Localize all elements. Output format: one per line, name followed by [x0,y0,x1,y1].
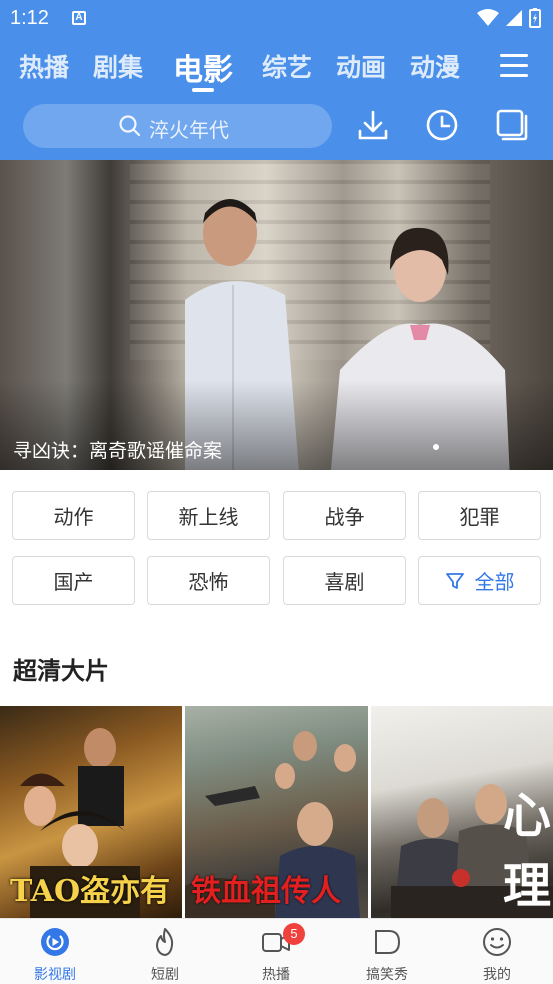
top-header: 1:12 A 热播 剧集 电影 综艺 动画 动漫 淬火年代 [0,0,553,160]
genre-all-button[interactable]: 全部 [418,556,541,605]
poster-movie-3[interactable]: 心理罪 [371,706,553,918]
category-tabs: 热播 剧集 电影 综艺 动画 动漫 [0,38,553,96]
poster-movie-1[interactable]: TAO盗亦有道 [0,706,182,918]
genre-horror-button[interactable]: 恐怖 [147,556,270,605]
poster-1-title-art: TAO盗亦有道 [10,874,171,909]
signal-icon [506,10,522,26]
banner-caption: 寻凶诀：离奇歌谣催命案 [13,440,223,462]
speech-bubble-icon [375,930,400,954]
search-input[interactable]: 淬火年代 [23,104,332,148]
flame-icon [156,928,174,956]
battery-icon [529,8,541,28]
screen-cast-icon[interactable] [494,107,530,143]
poster-2-title-art: 铁血祖传人 [191,874,341,909]
tab-animation[interactable]: 动画 [336,48,386,84]
tab-variety[interactable]: 综艺 [262,48,312,84]
nav-label-profile: 我的 [483,967,511,983]
play-circle-icon [41,928,69,956]
nav-item-short-drama[interactable]: 短剧 [110,919,220,984]
genre-action-button[interactable]: 动作 [12,491,135,540]
notification-badge: 5 [283,923,305,945]
nav-item-hot[interactable]: 热播 [221,919,331,984]
nav-label-hot: 热播 [262,967,290,983]
nav-item-movies-tv[interactable]: 影视剧 [0,919,110,984]
search-icon [119,115,141,137]
active-tab-indicator [192,88,214,92]
genre-crime-button[interactable]: 犯罪 [418,491,541,540]
genre-new-button[interactable]: 新上线 [147,491,270,540]
poster-3-title-art: 心理罪 [503,788,552,914]
menu-icon[interactable] [500,54,528,78]
nav-label-funny: 搞笑秀 [366,967,408,983]
nav-label-short-drama: 短剧 [151,967,179,983]
banner-page-indicator [433,444,439,450]
tab-anime[interactable]: 动漫 [410,48,460,84]
genre-war-button[interactable]: 战争 [283,491,406,540]
filter-icon [445,572,464,589]
tab-movies[interactable]: 电影 [173,45,233,89]
status-bar: 1:12 A [0,0,553,38]
poster-movie-2[interactable]: 铁血祖传人 [185,706,368,918]
search-placeholder: 淬火年代 [149,118,229,142]
smiley-face-icon [483,928,511,956]
wifi-icon [477,9,499,26]
nav-item-profile[interactable]: 我的 [442,919,552,984]
nav-item-funny[interactable]: 搞笑秀 [332,919,442,984]
tab-hot[interactable]: 热播 [19,48,69,84]
status-time: 1:12 [10,7,49,29]
bottom-nav: 影视剧 短剧 热播 5 搞笑秀 我的 [0,918,553,984]
genre-domestic-button[interactable]: 国产 [12,556,135,605]
genre-all-label: 全部 [474,570,515,594]
nav-label-movies-tv: 影视剧 [34,967,76,983]
genre-comedy-button[interactable]: 喜剧 [283,556,406,605]
section-title: 超清大片 [13,657,109,685]
featured-banner[interactable]: 寻凶诀：离奇歌谣催命案 [0,160,553,470]
notification-a-icon: A [72,11,86,25]
tab-series[interactable]: 剧集 [93,48,143,84]
system-icons [477,8,541,28]
download-icon[interactable] [355,107,391,143]
history-clock-icon[interactable] [424,107,460,143]
